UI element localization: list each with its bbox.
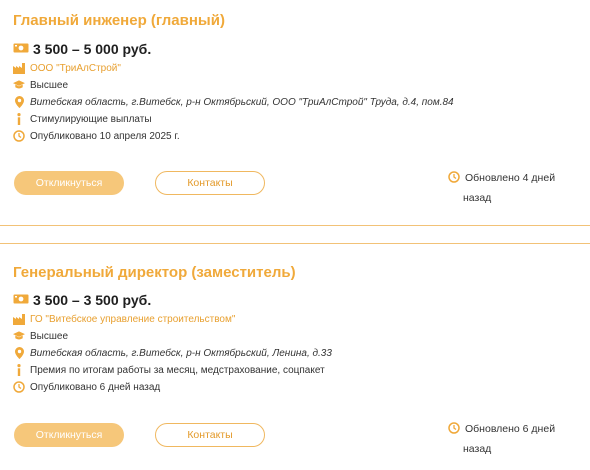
vacancy-card: Генеральный директор (заместитель) 3 500… [0, 250, 590, 470]
updated-info: Обновлено 6 дней назад [448, 420, 568, 458]
graduation-cap-icon [13, 79, 25, 91]
updated-info: Обновлено 4 дней назад [448, 169, 568, 207]
updated-text-continued: назад [463, 192, 492, 204]
info-icon [13, 364, 25, 376]
address-row: Витебская область, г.Витебск, р-н Октябр… [13, 345, 332, 361]
benefits-value: Премия по итогам работы за месяц, медстр… [30, 364, 325, 376]
company-link[interactable]: ГО "Витебское управление строительством" [30, 314, 235, 325]
factory-icon [13, 62, 25, 74]
graduation-cap-icon [13, 330, 25, 342]
company-row: ООО "ТриАлСтрой" [13, 60, 121, 76]
updated-text: Обновлено 4 дней [465, 172, 556, 184]
money-icon [13, 41, 29, 57]
salary-value: 3 500 – 3 500 руб. [33, 292, 152, 308]
updated-text-continued: назад [463, 443, 492, 455]
card-divider [0, 243, 590, 244]
clock-icon [448, 422, 460, 440]
clock-icon [448, 171, 460, 189]
address-value: Витебская область, г.Витебск, р-н Октябр… [30, 347, 332, 359]
clock-icon [13, 130, 25, 142]
company-link[interactable]: ООО "ТриАлСтрой" [30, 63, 121, 74]
benefits-row: Премия по итогам работы за месяц, медстр… [13, 362, 325, 378]
published-row: Опубликовано 6 дней назад [13, 379, 160, 395]
location-pin-icon [13, 347, 25, 359]
card-divider [0, 225, 590, 226]
contacts-button[interactable]: Контакты [155, 423, 265, 447]
education-value: Высшее [30, 330, 69, 342]
benefits-value: Стимулирующие выплаты [30, 113, 152, 125]
salary: 3 500 – 5 000 руб. [13, 40, 151, 58]
address-value: Витебская область, г.Витебск, р-н Октябр… [30, 96, 454, 108]
company-row: ГО "Витебское управление строительством" [13, 311, 235, 327]
vacancy-title[interactable]: Главный инженер (главный) [13, 12, 225, 29]
education-row: Высшее [13, 328, 68, 344]
published-value: Опубликовано 10 апреля 2025 г. [30, 130, 180, 142]
education-value: Высшее [30, 79, 69, 91]
published-value: Опубликовано 6 дней назад [30, 381, 161, 393]
location-pin-icon [13, 96, 25, 108]
money-icon [13, 292, 29, 308]
address-row: Витебская область, г.Витебск, р-н Октябр… [13, 94, 454, 110]
contacts-button[interactable]: Контакты [155, 171, 265, 195]
factory-icon [13, 313, 25, 325]
respond-button[interactable]: Откликнуться [14, 171, 124, 195]
updated-text: Обновлено 6 дней [465, 423, 556, 435]
education-row: Высшее [13, 77, 68, 93]
respond-button[interactable]: Откликнуться [14, 423, 124, 447]
benefits-row: Стимулирующие выплаты [13, 111, 152, 127]
clock-icon [13, 381, 25, 393]
vacancy-title[interactable]: Генеральный директор (заместитель) [13, 264, 296, 281]
salary-value: 3 500 – 5 000 руб. [33, 41, 152, 57]
info-icon [13, 113, 25, 125]
vacancy-card: Главный инженер (главный) 3 500 – 5 000 … [0, 0, 590, 226]
published-row: Опубликовано 10 апреля 2025 г. [13, 128, 180, 144]
salary: 3 500 – 3 500 руб. [13, 291, 151, 309]
